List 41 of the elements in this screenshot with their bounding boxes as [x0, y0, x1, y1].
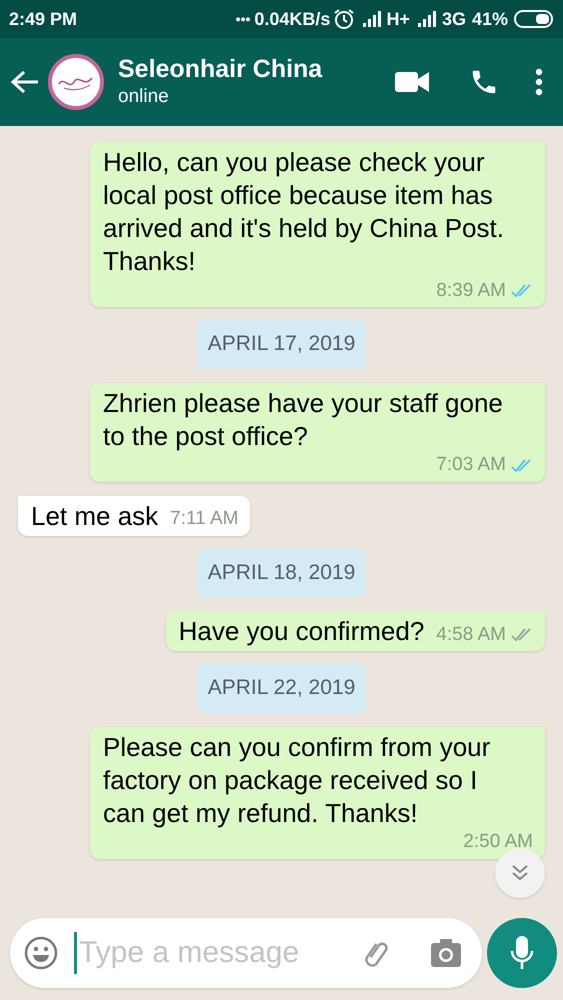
- double-chevron-icon: [510, 864, 530, 882]
- message-time: 7:03 AM: [436, 453, 506, 478]
- message-text: Zhrien please have your staff gone to the post office?: [103, 386, 504, 452]
- received-message-bubble[interactable]: Let me ask 7:11 AM: [18, 496, 250, 536]
- sent-message-bubble[interactable]: Please can you confirm from your factory on package received so I can get my refund. Thanks! 2:50 AM: [90, 726, 545, 858]
- signal-icon: [418, 11, 438, 27]
- alarm-icon: [333, 8, 356, 30]
- message-text: Hello, can you please check your local post office because item has arrived and it's held by China Post. Thanks!: [103, 146, 505, 278]
- status-time: 2:49 PM: [9, 8, 78, 30]
- message-text: Have you confirmed?: [178, 615, 424, 648]
- network-type: 3G: [442, 8, 466, 30]
- text-cursor: [74, 932, 77, 974]
- message-input[interactable]: Type a message: [79, 930, 360, 975]
- message-field[interactable]: Type a message: [10, 918, 482, 988]
- status-dots: •••: [236, 10, 250, 28]
- sent-message-bubble[interactable]: Zhrien please have your staff gone to the post office? 7:03 AM: [90, 382, 545, 482]
- scroll-down-button[interactable]: [495, 848, 545, 898]
- sent-message-bubble[interactable]: Have you confirmed? 4:58 AM: [166, 611, 545, 651]
- microphone-icon: [510, 936, 534, 970]
- signal-icon: [363, 11, 384, 27]
- sent-message-bubble[interactable]: Hello, can you please check your local post office because item has arrived and it's held by China Post. Thanks! 8:39 AM: [90, 142, 545, 307]
- contact-status: online: [118, 85, 170, 109]
- video-call-icon[interactable]: [395, 71, 429, 93]
- battery-percent: 41%: [472, 8, 508, 30]
- date-chip: APRIL 17, 2019: [196, 319, 366, 368]
- battery-icon: [514, 9, 554, 29]
- message-time: 4:58 AM: [436, 622, 506, 647]
- message-text: Please can you confirm from your factory on package received so I can get my refund. Thanks!: [103, 730, 492, 830]
- network-speed: 0.04KB/s: [254, 8, 330, 30]
- network-type: H+: [386, 8, 410, 30]
- date-chip: APRIL 18, 2019: [196, 548, 366, 597]
- message-time: 2:50 AM: [463, 830, 533, 854]
- menu-icon[interactable]: [535, 68, 543, 96]
- emoji-icon[interactable]: [24, 936, 58, 970]
- camera-icon[interactable]: [430, 938, 462, 968]
- back-arrow-icon[interactable]: [10, 69, 40, 95]
- contact-name[interactable]: Seleonhair China: [118, 54, 395, 84]
- message-text: Let me ask: [31, 500, 158, 532]
- message-time: 7:11 AM: [170, 507, 238, 532]
- message-time: 8:39 AM: [436, 278, 506, 303]
- date-chip: APRIL 22, 2019: [196, 663, 366, 712]
